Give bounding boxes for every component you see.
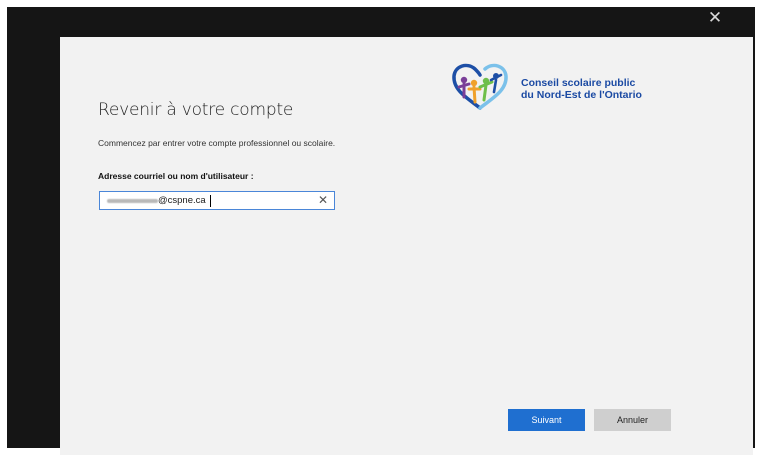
- sign-in-dialog: Conseil scolaire public du Nord-Est de l…: [60, 37, 753, 455]
- email-field-value: @cspne.ca: [158, 195, 206, 206]
- organization-name: Conseil scolaire public du Nord-Est de l…: [521, 77, 671, 101]
- organization-name-line-2: du Nord-Est de l'Ontario: [521, 89, 642, 101]
- window-frame: ✕ Conseil scolaire public du Nord-Est de…: [7, 7, 755, 455]
- next-button[interactable]: Suivant: [508, 409, 585, 431]
- instructions-text: Commencez par entrer votre compte profes…: [98, 138, 336, 148]
- organization-name-line-1: Conseil scolaire public: [521, 77, 636, 89]
- email-field[interactable]: @cspne.ca ✕: [99, 191, 335, 210]
- text-caret: [210, 195, 211, 207]
- clear-input-icon[interactable]: ✕: [318, 193, 328, 207]
- page-title: Revenir à votre compte: [98, 100, 294, 120]
- organization-logo: Conseil scolaire public du Nord-Est de l…: [447, 60, 667, 114]
- email-field-label: Adresse courriel ou nom d'utilisateur :: [98, 171, 254, 181]
- cancel-button[interactable]: Annuler: [594, 409, 671, 431]
- heart-logo-icon: [452, 63, 508, 110]
- window-close-button[interactable]: ✕: [705, 8, 725, 28]
- redacted-username: [107, 199, 158, 203]
